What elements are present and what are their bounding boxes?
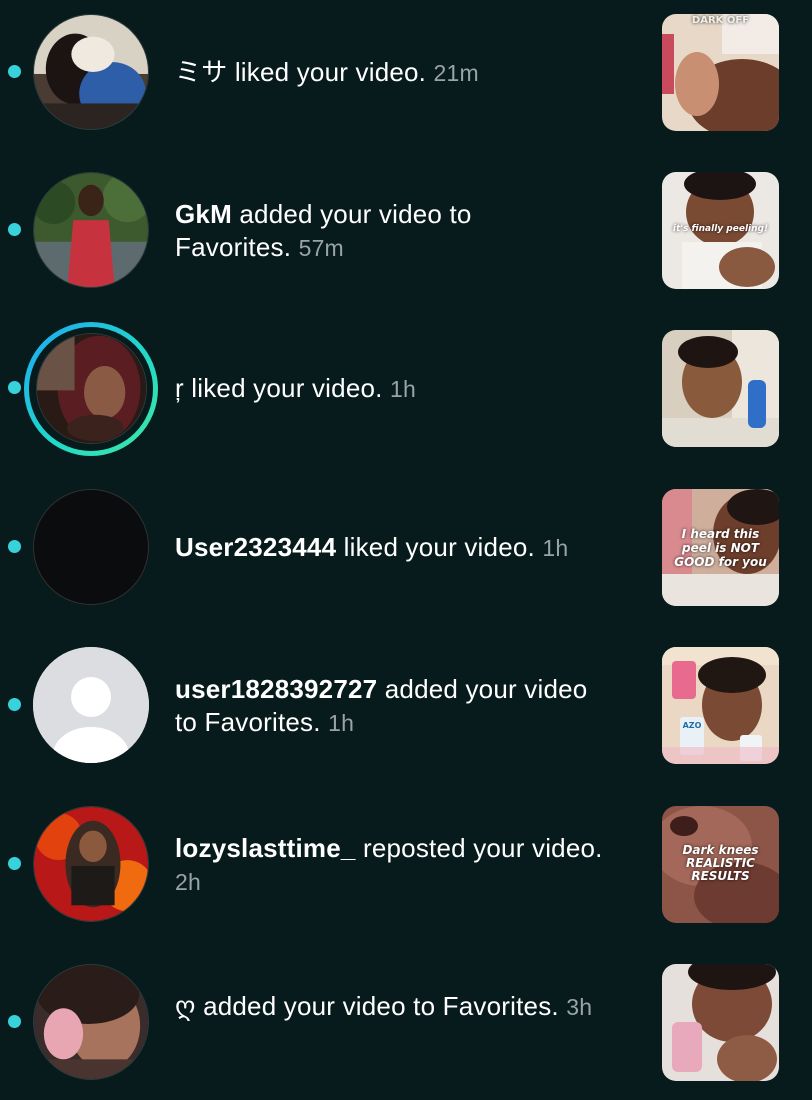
timestamp: 21m xyxy=(433,60,479,86)
username[interactable]: User2323444 xyxy=(175,532,336,562)
action-text: liked your video. xyxy=(183,373,390,403)
video-thumbnail[interactable]: AZO xyxy=(662,647,779,764)
notification-text: user1828392727 added your video to Favor… xyxy=(175,673,595,740)
video-thumbnail[interactable] xyxy=(662,330,779,447)
notification-row[interactable]: ŗ liked your video. 1h xyxy=(0,322,812,456)
activity-feed: ミサ liked your video. 21m DARK OFF GkM ad… xyxy=(0,0,812,1100)
video-thumbnail[interactable]: DARK OFF xyxy=(662,14,779,131)
notification-row[interactable]: User2323444 liked your video. 1h I heard… xyxy=(0,487,812,607)
avatar[interactable] xyxy=(33,647,149,763)
action-text: liked your video. xyxy=(336,532,543,562)
thumbnail-caption: AZO xyxy=(682,721,702,730)
notification-text: ŗ liked your video. 1h xyxy=(175,372,645,406)
thumbnail-caption: Dark knees REALISTIC RESULTS xyxy=(682,843,759,883)
notification-row[interactable]: ღ added your video to Favorites. 3h xyxy=(0,962,812,1082)
unread-dot xyxy=(8,1015,21,1028)
video-thumbnail[interactable]: it's finally peeling! xyxy=(662,172,779,289)
action-text: reposted your video. xyxy=(355,833,603,863)
avatar[interactable] xyxy=(33,806,149,922)
notification-text: ღ added your video to Favorites. 3h xyxy=(175,990,645,1024)
unread-dot xyxy=(8,698,21,711)
unread-dot xyxy=(8,540,21,553)
notification-text: GkM added your video to Favorites. 57m xyxy=(175,198,555,265)
notification-text: ミサ liked your video. 21m xyxy=(175,56,645,90)
avatar[interactable] xyxy=(36,333,147,444)
username[interactable]: ミサ xyxy=(175,57,227,87)
username[interactable]: GkM xyxy=(175,199,232,229)
username[interactable]: lozyslasttime_ xyxy=(175,833,356,863)
notification-text: lozyslasttime_ reposted your video. 2h xyxy=(175,832,615,899)
thumbnail-caption: I heard this peel is NOT GOOD for you xyxy=(674,527,767,569)
avatar[interactable] xyxy=(33,964,149,1080)
notification-row[interactable]: user1828392727 added your video to Favor… xyxy=(0,645,812,765)
notification-row[interactable]: lozyslasttime_ reposted your video. 2h D… xyxy=(0,804,812,924)
timestamp: 1h xyxy=(542,535,569,561)
unread-dot xyxy=(8,223,21,236)
video-thumbnail[interactable] xyxy=(662,964,779,1081)
username[interactable]: ŗ xyxy=(175,373,184,403)
username[interactable]: ღ xyxy=(175,991,196,1021)
timestamp: 3h xyxy=(566,994,593,1020)
action-text: liked your video. xyxy=(227,57,434,87)
unread-dot xyxy=(8,857,21,870)
avatar[interactable] xyxy=(33,489,149,605)
timestamp: 1h xyxy=(328,710,355,736)
video-thumbnail[interactable]: I heard this peel is NOT GOOD for you xyxy=(662,489,779,606)
timestamp: 57m xyxy=(298,235,344,261)
action-text: added your video to Favorites. xyxy=(195,991,567,1021)
thumbnail-caption: it's finally peeling! xyxy=(672,224,769,234)
timestamp: 1h xyxy=(390,376,416,402)
notification-row[interactable]: ミサ liked your video. 21m DARK OFF xyxy=(0,12,812,132)
video-thumbnail[interactable]: Dark knees REALISTIC RESULTS xyxy=(662,806,779,923)
notification-row[interactable]: GkM added your video to Favorites. 57m i… xyxy=(0,170,812,290)
username[interactable]: user1828392727 xyxy=(175,674,377,704)
unread-dot xyxy=(8,65,21,78)
avatar[interactable] xyxy=(33,172,149,288)
avatar[interactable] xyxy=(33,14,149,130)
notification-text: User2323444 liked your video. 1h xyxy=(175,531,655,565)
timestamp: 2h xyxy=(175,869,201,895)
unread-dot xyxy=(8,381,21,394)
thumbnail-caption: DARK OFF xyxy=(691,15,750,26)
